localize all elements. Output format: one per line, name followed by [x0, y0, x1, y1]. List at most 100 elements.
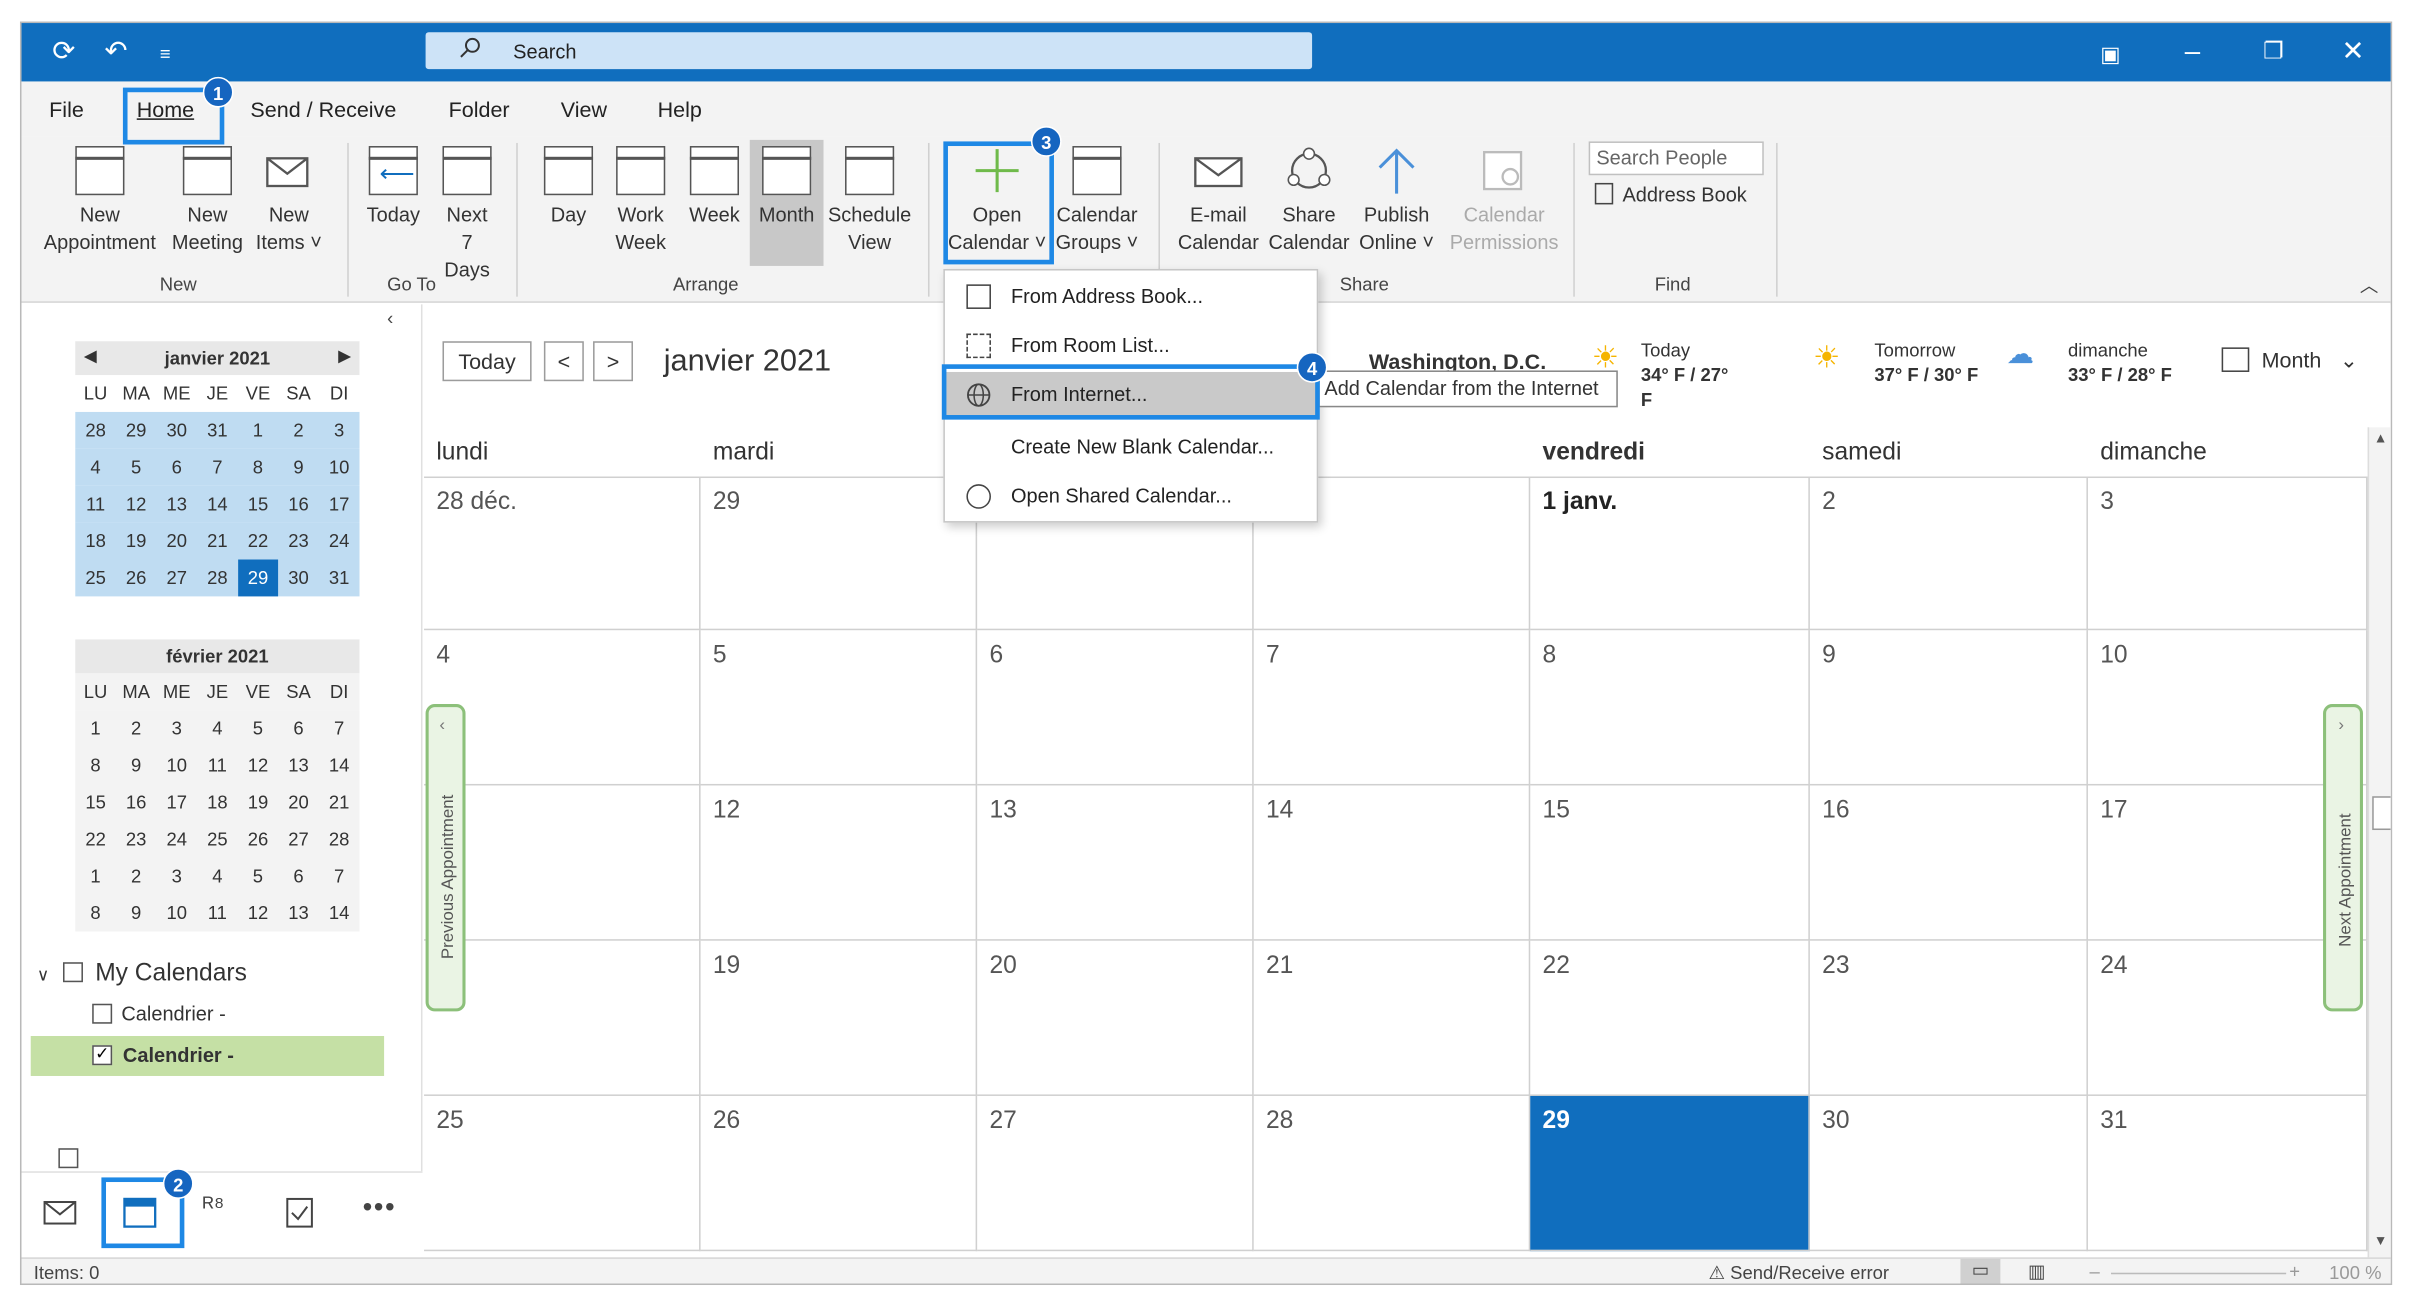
mini-day[interactable]: 28: [75, 412, 116, 449]
mini-day[interactable]: 30: [156, 412, 197, 449]
menu-send-receive[interactable]: Send / Receive: [250, 97, 396, 122]
calendar-day-cell[interactable]: 8: [1530, 630, 1810, 786]
mini-day[interactable]: 28: [197, 560, 238, 597]
mini-day[interactable]: 2: [278, 412, 319, 449]
mini-day[interactable]: 6: [278, 710, 319, 747]
close-icon[interactable]: ✕: [2341, 35, 2364, 66]
calendar-day-cell[interactable]: 9: [1809, 630, 2088, 786]
scroll-up-icon[interactable]: ▲: [2374, 430, 2388, 445]
mini-day[interactable]: 12: [116, 486, 157, 523]
day-view-button[interactable]: Day: [538, 146, 599, 229]
calendar-day-cell[interactable]: 29: [700, 476, 978, 631]
today-button[interactable]: Today: [442, 341, 532, 382]
mini-day[interactable]: 22: [238, 523, 279, 560]
zoom-out-icon[interactable]: –: [2090, 1260, 2100, 1282]
calendar-day-cell[interactable]: 5: [700, 630, 978, 786]
previous-month-button[interactable]: <: [543, 341, 584, 382]
mini-day[interactable]: 9: [278, 449, 319, 486]
email-calendar-button[interactable]: E-mail Calendar: [1174, 146, 1263, 257]
mini-day[interactable]: 20: [278, 784, 319, 821]
calendar-day-cell[interactable]: 26: [700, 1095, 978, 1252]
mini-day[interactable]: 15: [238, 486, 279, 523]
mini-day[interactable]: 31: [319, 560, 360, 597]
mini-day[interactable]: 1: [238, 412, 279, 449]
next-7-days-button[interactable]: Next 7 Days: [436, 146, 497, 284]
calendar-day-cell[interactable]: 31: [2087, 1095, 2368, 1252]
publish-online-button[interactable]: Publish Online ˅: [1355, 146, 1438, 257]
scroll-thumb[interactable]: [2372, 796, 2391, 831]
next-appointment-button[interactable]: › Next Appointment: [2323, 703, 2363, 1012]
undo-icon[interactable]: ↶: [104, 35, 127, 66]
mini-day[interactable]: 24: [156, 821, 197, 858]
calendar-checkbox[interactable]: [58, 1148, 79, 1169]
mini-day[interactable]: 25: [75, 560, 116, 597]
search-people-input[interactable]: Search People: [1588, 141, 1764, 176]
mini-day[interactable]: 5: [116, 449, 157, 486]
mini-day[interactable]: 13: [156, 486, 197, 523]
mini-day[interactable]: 18: [75, 523, 116, 560]
calendar-groups-button[interactable]: Calendar Groups ˅: [1054, 146, 1140, 257]
mini-day[interactable]: 30: [278, 560, 319, 597]
vertical-scrollbar[interactable]: ▲ ▼: [2367, 427, 2391, 1258]
mini-day[interactable]: 7: [319, 710, 360, 747]
minimize-icon[interactable]: –: [2185, 35, 2200, 66]
mini-day[interactable]: 12: [238, 895, 279, 932]
today-ribbon-button[interactable]: ⟵ Today: [360, 146, 428, 229]
menu-view[interactable]: View: [561, 97, 607, 122]
calendar-permissions-button[interactable]: Calendar Permissions: [1447, 146, 1561, 257]
mini-day[interactable]: 20: [156, 523, 197, 560]
from-room-list-item[interactable]: From Room List...: [945, 323, 1317, 369]
scroll-down-icon[interactable]: ▼: [2374, 1233, 2388, 1248]
from-address-book-item[interactable]: From Address Book...: [945, 274, 1317, 320]
mini-day[interactable]: 27: [278, 821, 319, 858]
calendar-day-cell[interactable]: 13: [977, 785, 1254, 941]
checked-checkbox-icon[interactable]: ✓: [92, 1045, 113, 1066]
calendar-day-cell[interactable]: 7: [1253, 630, 1531, 786]
mini-day[interactable]: 10: [156, 747, 197, 784]
mini-day[interactable]: 10: [156, 895, 197, 932]
mini-day[interactable]: 8: [75, 895, 116, 932]
mini-day[interactable]: 14: [319, 895, 360, 932]
calendar-checkbox[interactable]: [92, 1003, 113, 1024]
zoom-in-icon[interactable]: +: [2289, 1260, 2300, 1282]
next-month-icon[interactable]: ▶: [338, 341, 350, 375]
mini-day[interactable]: 5: [238, 858, 279, 895]
mini-day[interactable]: 29: [116, 412, 157, 449]
quick-access-dropdown-icon[interactable]: ≡: [160, 38, 171, 69]
mini-day[interactable]: 2: [116, 710, 157, 747]
mini-day[interactable]: 18: [197, 784, 238, 821]
tasks-icon[interactable]: [286, 1194, 314, 1228]
mini-day[interactable]: 16: [116, 784, 157, 821]
sync-icon[interactable]: ⟳: [52, 35, 75, 66]
mini-day[interactable]: 12: [238, 747, 279, 784]
mini-day[interactable]: 3: [319, 412, 360, 449]
collapse-pane-icon[interactable]: ‹: [387, 307, 393, 329]
zoom-slider[interactable]: [2111, 1272, 2287, 1275]
mini-day[interactable]: 9: [116, 747, 157, 784]
calendar-day-cell[interactable]: 29: [1530, 1095, 1810, 1252]
mini-day[interactable]: 5: [238, 710, 279, 747]
mini-day[interactable]: 3: [156, 858, 197, 895]
mini-day[interactable]: 3: [156, 710, 197, 747]
mini-day[interactable]: 26: [238, 821, 279, 858]
mini-day[interactable]: 21: [319, 784, 360, 821]
mini-day[interactable]: 21: [197, 523, 238, 560]
menu-file[interactable]: File: [49, 97, 84, 122]
calendar-day-cell[interactable]: 21: [1253, 940, 1531, 1096]
mini-day[interactable]: 23: [278, 523, 319, 560]
work-week-button[interactable]: Work Week: [608, 146, 673, 257]
send-receive-error[interactable]: ⚠ Send/Receive error: [1708, 1262, 1889, 1284]
calendar-day-cell[interactable]: 12: [700, 785, 978, 941]
collapse-ribbon-icon[interactable]: ︿: [2360, 272, 2378, 298]
mini-day[interactable]: 15: [75, 784, 116, 821]
mini-day[interactable]: 24: [319, 523, 360, 560]
mini-day[interactable]: 26: [116, 560, 157, 597]
group-checkbox[interactable]: [62, 962, 83, 983]
create-blank-calendar-item[interactable]: Create New Blank Calendar...: [945, 424, 1317, 470]
search-box[interactable]: Search: [425, 32, 1313, 70]
mail-icon[interactable]: [43, 1200, 77, 1225]
more-icon[interactable]: •••: [363, 1191, 397, 1223]
calendar-day-cell[interactable]: 15: [1530, 785, 1810, 941]
mini-day[interactable]: 4: [197, 710, 238, 747]
mini-day[interactable]: 11: [75, 486, 116, 523]
